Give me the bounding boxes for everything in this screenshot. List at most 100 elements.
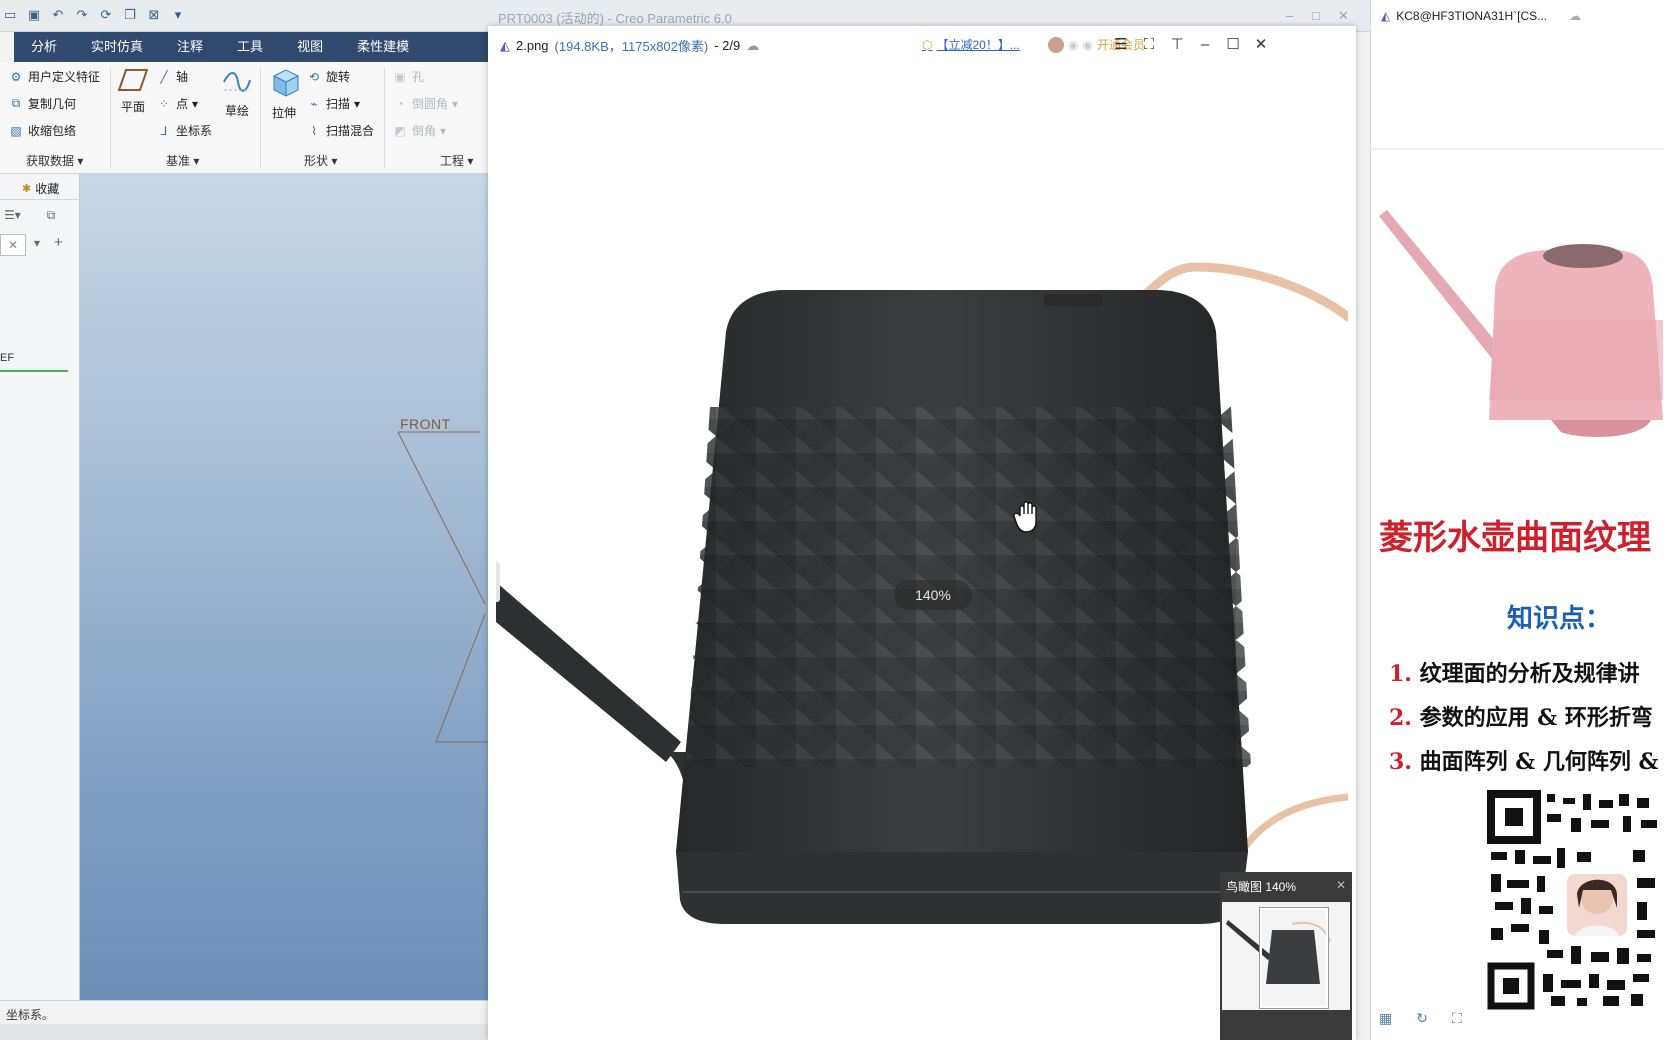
pin-icon[interactable]: ⊤	[1168, 35, 1186, 53]
swept-blend-icon: ⌇	[311, 123, 317, 138]
tab-annotate[interactable]: 注释	[160, 32, 220, 62]
group-get-data[interactable]: 获取数据 ▾	[26, 152, 83, 169]
viewer-file-meta: (194.8KB，1175x802像素)	[554, 39, 709, 54]
vip-button[interactable]: ◉ ◉ 开通会员	[1048, 36, 1145, 53]
plane-button[interactable]: 平面	[118, 68, 148, 115]
close-icon[interactable]: ✕	[1252, 35, 1270, 53]
right-app-window: ◭ KC8@HF3TIONA31H`[CS... ☁ 菱形水壶曲面纹理 知识点：…	[1370, 0, 1664, 1040]
round-button[interactable]: ◔ 倒圆角 ▾	[392, 95, 458, 112]
csys-button[interactable]: ⅃ 坐标系	[156, 122, 212, 139]
tab-live-simulation[interactable]: 实时仿真	[74, 32, 160, 62]
model-tree-panel: ✱ 收藏 ☰▾ ⧉ ✕ ▾ + EF	[0, 174, 80, 1000]
avatar[interactable]	[1048, 36, 1064, 53]
navigator-label: 鸟瞰图 140%	[1226, 880, 1297, 894]
add-icon[interactable]: +	[54, 234, 63, 251]
close-window-icon[interactable]: ⊠	[146, 7, 162, 23]
navigator-close-icon[interactable]: ✕	[1336, 878, 1346, 894]
zoom-indicator: 140%	[894, 580, 972, 610]
axis-button[interactable]: ╱ 轴	[156, 68, 188, 85]
creo-close-icon[interactable]: ✕	[1338, 8, 1349, 24]
redo-icon[interactable]: ↷	[74, 7, 90, 23]
point-number: 2.	[1389, 705, 1412, 731]
revolve-button[interactable]: ⟲ 旋转	[306, 68, 350, 85]
point-text: 纹理面的分析及规律讲	[1419, 661, 1640, 687]
qr-code	[1487, 790, 1664, 1020]
collapse-handle[interactable]	[496, 562, 500, 602]
windows-icon[interactable]: ❐	[122, 7, 138, 23]
undo-icon[interactable]: ↶	[50, 7, 66, 23]
tree-filter-icon[interactable]: ⧉	[47, 208, 56, 223]
copy-geometry-button[interactable]: ⧉ 复制几何	[8, 95, 76, 112]
quick-access-toolbar: ▭ ▣ ↶ ↷ ⟳ ❐ ⊠ ▾	[2, 7, 186, 23]
cloud-upload-icon[interactable]: ☁	[746, 38, 759, 54]
cloud-icon[interactable]: ☁	[1569, 9, 1581, 23]
maximize-icon[interactable]: ☐	[1224, 35, 1242, 53]
rotate-icon[interactable]: ↻	[1416, 1010, 1428, 1027]
hole-icon: ▣	[394, 69, 406, 84]
navigator-header: 鸟瞰图 140% ✕	[1220, 872, 1352, 900]
right-divider	[1371, 148, 1664, 150]
search-clear-icon[interactable]: ✕	[0, 234, 26, 256]
tree-settings-icon[interactable]: ☰▾	[4, 208, 21, 223]
menu-icon[interactable]: ☰	[1112, 35, 1130, 53]
creo-maximize-icon[interactable]: □	[1312, 8, 1320, 23]
axis-icon: ╱	[160, 69, 168, 84]
sweep-icon: ⌁	[310, 96, 318, 111]
viewer-file-info: ◭ 2.png (194.8KB，1175x802像素) - 2/9 ☁	[500, 36, 759, 55]
copy-geometry-icon: ⧉	[11, 96, 21, 110]
ribbon-divider	[110, 68, 111, 168]
status-bar: 坐标系。	[0, 1000, 490, 1024]
sketch-label: 草绘	[224, 104, 249, 118]
regenerate-icon[interactable]: ⟳	[98, 7, 114, 23]
creo-minimize-icon[interactable]: –	[1286, 8, 1293, 23]
badge-icon: ◉	[1082, 37, 1093, 52]
status-message: 坐标系。	[6, 1008, 55, 1022]
customize-dropdown-icon[interactable]: ▾	[170, 7, 186, 23]
creo-ribbon: ⚙ 用户定义特征 ⧉ 复制几何 ▧ 收缩包络 获取数据 ▾ 平面 ╱ 轴 ⁘ 点 ▾ ⅃ 坐…	[0, 62, 490, 174]
minimize-icon[interactable]: –	[1196, 35, 1214, 53]
swept-blend-button[interactable]: ⌇ 扫描混合	[306, 122, 374, 139]
badge-icon: ◉	[1068, 37, 1079, 52]
grid-icon[interactable]: ▦	[1379, 1010, 1392, 1027]
tree-item[interactable]: EF	[0, 352, 14, 364]
creo-menubar: 分析 实时仿真 注释 工具 视图 柔性建模	[14, 32, 490, 62]
group-shapes[interactable]: 形状 ▾	[304, 152, 337, 169]
shrinkwrap-button[interactable]: ▧ 收缩包络	[8, 122, 76, 139]
graphics-area[interactable]: FRONT	[80, 174, 490, 1000]
point-number: 1.	[1389, 661, 1412, 687]
group-engineering[interactable]: 工程 ▾	[440, 152, 473, 169]
sketch-button[interactable]: 草绘	[222, 68, 252, 119]
user-defined-feature-button[interactable]: ⚙ 用户定义特征	[8, 68, 100, 85]
navigator-thumbnail[interactable]	[1222, 902, 1350, 1010]
navigator-pane[interactable]: 鸟瞰图 140% ✕	[1220, 872, 1352, 1040]
revolve-icon: ⟲	[308, 69, 320, 84]
hole-button[interactable]: ▣ 孔	[392, 68, 424, 85]
extrude-button[interactable]: 拉伸	[268, 66, 300, 121]
point-button[interactable]: ⁘ 点 ▾	[156, 95, 198, 112]
course-heading: 菱形水壶曲面纹理	[1379, 518, 1651, 558]
tab-tools[interactable]: 工具	[220, 32, 280, 62]
creo-bottom-strip	[0, 1024, 490, 1040]
search-dropdown-icon[interactable]: ▾	[34, 236, 40, 250]
right-app-icon: ◭	[1381, 9, 1391, 23]
crop-icon[interactable]: ⛶	[1452, 1010, 1462, 1027]
csys-icon: ⅃	[160, 123, 168, 138]
favorites-tab[interactable]: ✱ 收藏	[0, 178, 80, 200]
tab-flexible-modeling[interactable]: 柔性建模	[340, 32, 426, 62]
axis-label: 轴	[176, 70, 189, 84]
navigator-viewport[interactable]	[1260, 908, 1328, 1008]
promo-link[interactable]: ⬡ 【立减20！】...	[922, 36, 1020, 53]
sketch-icon	[223, 72, 251, 92]
viewer-filename: 2.png	[516, 38, 549, 53]
extrude-icon	[272, 69, 300, 97]
fullscreen-icon[interactable]: ⛶	[1140, 35, 1158, 53]
sweep-button[interactable]: ⌁ 扫描 ▾	[306, 95, 360, 112]
group-datum[interactable]: 基准 ▾	[166, 152, 199, 169]
chamfer-button[interactable]: ◩ 倒角 ▾	[392, 122, 446, 139]
tab-view[interactable]: 视图	[280, 32, 340, 62]
tab-analysis[interactable]: 分析	[14, 32, 74, 62]
new-icon[interactable]: ▭	[2, 7, 18, 23]
group-datum-label: 基准	[166, 154, 191, 168]
save-icon[interactable]: ▣	[26, 7, 42, 23]
point-number: 3.	[1389, 749, 1412, 775]
